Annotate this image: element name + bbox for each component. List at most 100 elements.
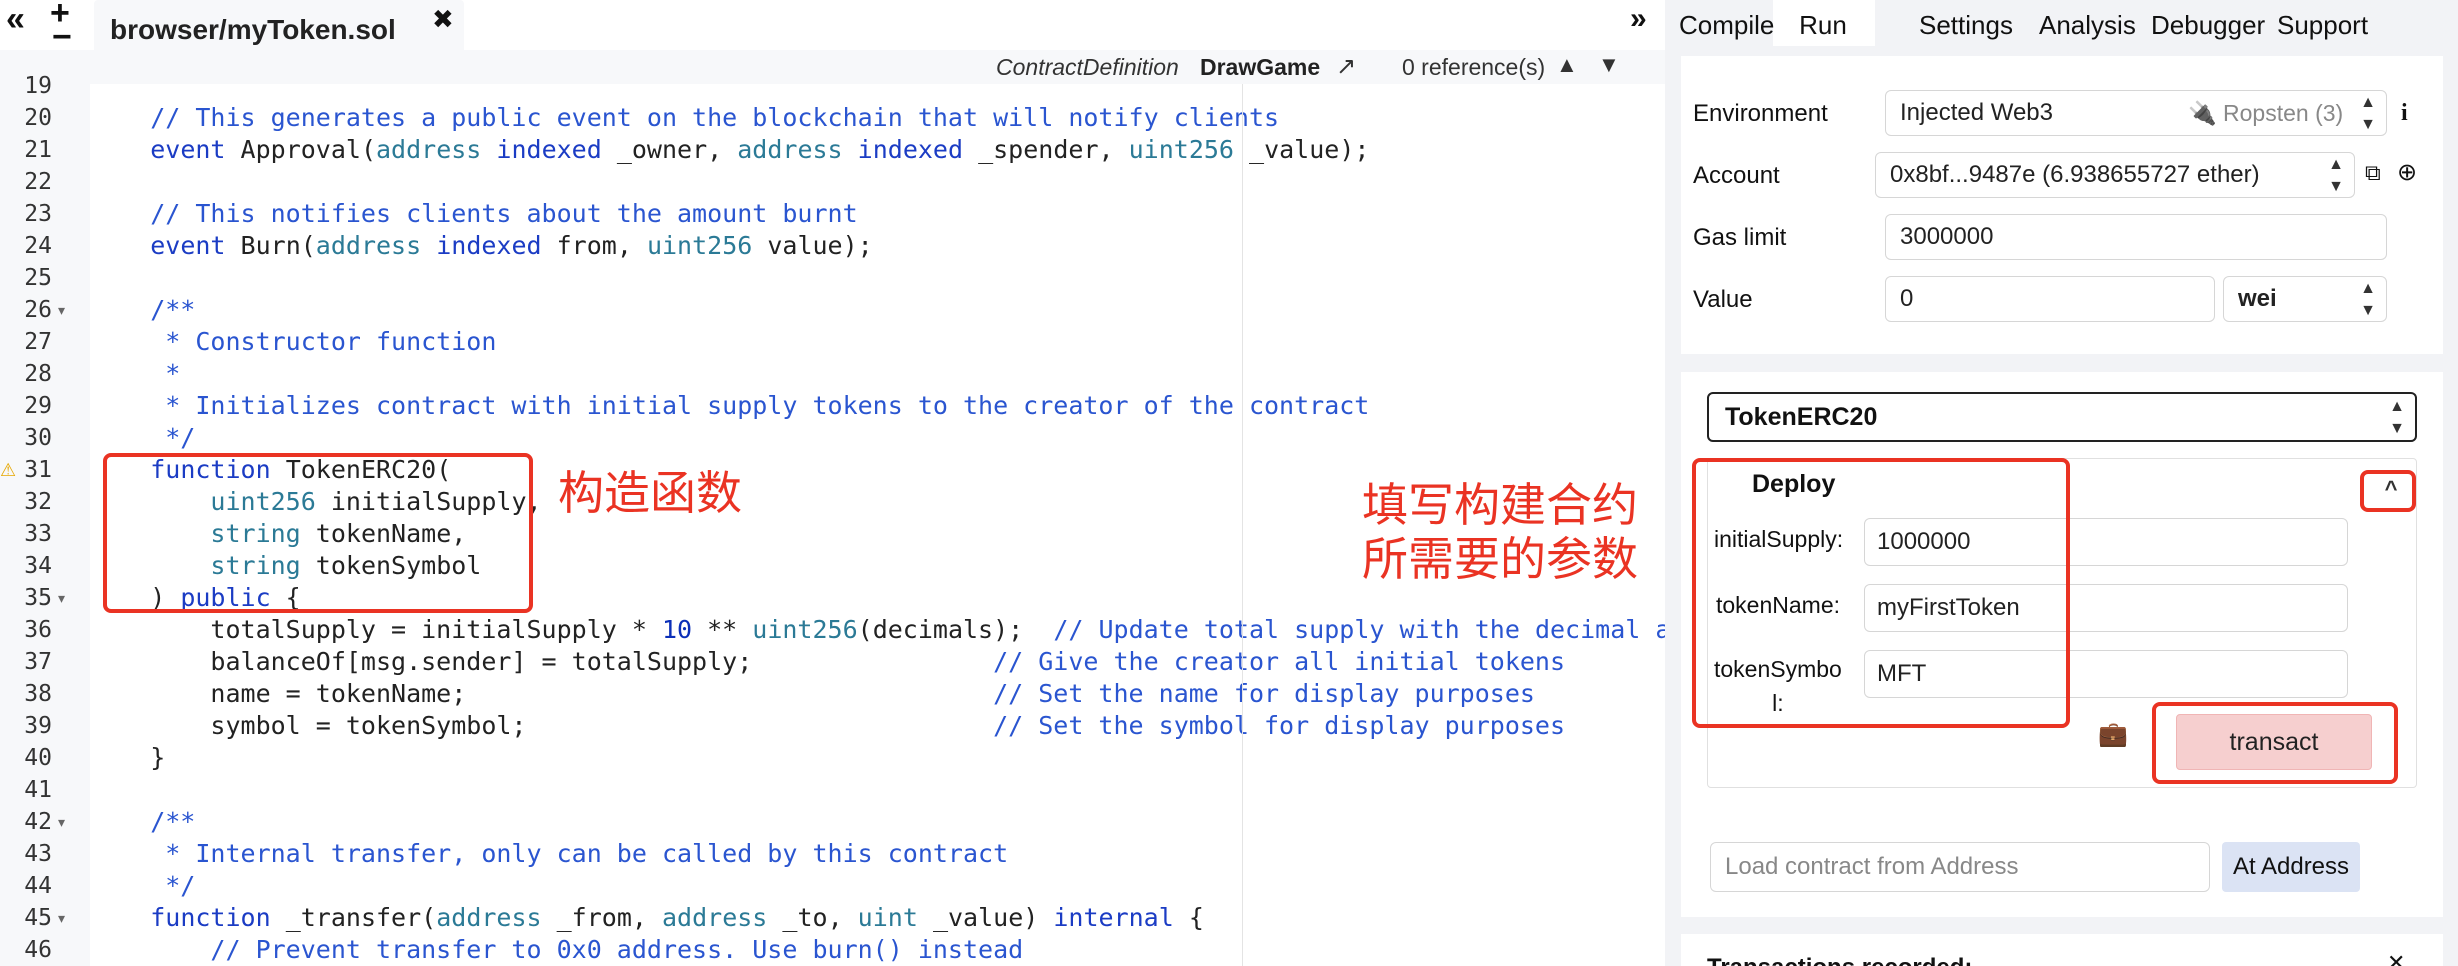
editor-tab-active[interactable]: browser/myToken.sol ✖: [94, 0, 464, 52]
line-number: 30: [24, 425, 52, 451]
info-icon[interactable]: i: [2401, 100, 2408, 127]
environment-value: Injected Web3: [1900, 99, 2053, 126]
transact-highlight-box: [2152, 702, 2398, 784]
context-type: ContractDefinition: [996, 54, 1179, 80]
line-number: 42: [24, 809, 52, 835]
code-line: /**: [90, 807, 196, 836]
code-line: event Approval(address indexed _owner, a…: [150, 135, 1370, 164]
line-number: 34: [24, 553, 52, 579]
select-arrows-icon: ▲ ▼: [2328, 156, 2344, 195]
panel-tabs: Compile Run Settings Analysis Debugger S…: [1665, 0, 2458, 46]
tab-debugger[interactable]: Debugger: [2151, 10, 2265, 41]
gas-limit-label: Gas limit: [1693, 224, 1787, 251]
code-line: * Initializes contract with initial supp…: [90, 391, 1370, 420]
context-bar: ContractDefinition DrawGame ↗ 0 referenc…: [0, 50, 1665, 84]
collapse-left-icon[interactable]: «: [6, 2, 25, 36]
chevron-up-icon[interactable]: ▲: [1556, 52, 1578, 78]
gas-limit-input[interactable]: 3000000: [1885, 214, 2387, 260]
add-account-icon[interactable]: ⊕: [2397, 158, 2417, 187]
line-number: 27: [24, 329, 52, 355]
code-line: // Prevent transfer to 0x0 address. Use …: [90, 935, 1024, 964]
environment-label: Environment: [1693, 100, 1828, 127]
code-line: // This notifies clients about the amoun…: [90, 199, 858, 228]
print-margin: [1242, 84, 1243, 966]
line-number: 22: [24, 169, 52, 195]
line-number: 43: [24, 841, 52, 867]
close-icon[interactable]: ✖: [432, 4, 454, 35]
at-address-button[interactable]: At Address: [2222, 842, 2360, 892]
close-icon[interactable]: ✕: [2387, 950, 2405, 966]
code-line: symbol = tokenSymbol; // Set the symbol …: [90, 711, 1566, 740]
remove-file-button[interactable]: −: [52, 20, 72, 54]
chevron-down-icon[interactable]: ▼: [1598, 52, 1620, 78]
jump-to-definition-icon[interactable]: ↗: [1336, 52, 1356, 81]
warning-icon[interactable]: ⚠: [0, 454, 16, 486]
contract-value: TokenERC20: [1725, 403, 1878, 431]
tab-settings[interactable]: Settings: [1919, 10, 2013, 41]
environment-select[interactable]: Injected Web3 🔌 Ropsten (3) ▲ ▼: [1885, 90, 2387, 136]
tab-run[interactable]: Run: [1799, 10, 1847, 41]
select-arrows-icon: ▲ ▼: [2360, 94, 2376, 133]
line-gutter: 19 20 21 22 23 24 25 26 ▾ 27 28 29 30 31 ⚠ 32 33 34 35 ▾ 36 3…: [0, 73, 90, 966]
tab-compile[interactable]: Compile: [1679, 10, 1774, 41]
select-arrows-icon: ▲ ▼: [2360, 280, 2376, 319]
plug-icon: 🔌: [2188, 100, 2217, 126]
fold-toggle-icon[interactable]: ▾: [58, 294, 65, 326]
line-number: 28: [24, 361, 52, 387]
line-number: 20: [24, 105, 52, 131]
line-number: 32: [24, 489, 52, 515]
constructor-annotation: 构造函数: [558, 466, 742, 520]
line-number: 40: [24, 745, 52, 771]
fold-toggle-icon[interactable]: ▾: [58, 806, 65, 838]
line-number: 36: [24, 617, 52, 643]
line-number: 33: [24, 521, 52, 547]
line-number: 26: [24, 297, 52, 323]
value-input[interactable]: 0: [1885, 276, 2215, 322]
select-arrows-icon: ▲ ▼: [2389, 398, 2405, 437]
code-line: balanceOf[msg.sender] = totalSupply; // …: [90, 647, 1566, 676]
code-line: */: [90, 423, 196, 452]
unit-select[interactable]: wei ▲ ▼: [2223, 276, 2387, 322]
editor-tabbar: « + − browser/myToken.sol ✖ »: [0, 0, 1665, 54]
line-number: 25: [24, 265, 52, 291]
line-number: 46: [24, 937, 52, 963]
constructor-highlight-box: [103, 453, 533, 613]
collapse-right-icon[interactable]: »: [1630, 2, 1647, 36]
contract-select[interactable]: TokenERC20 ▲ ▼: [1707, 392, 2417, 442]
fold-toggle-icon[interactable]: ▾: [58, 582, 65, 614]
code-line: /**: [90, 295, 196, 324]
context-name: DrawGame: [1200, 54, 1321, 80]
line-number: 21: [24, 137, 52, 163]
network-name: Ropsten (3): [2223, 100, 2344, 126]
expand-highlight-box: [2360, 470, 2416, 512]
account-select[interactable]: 0x8bf...9487e (6.938655727 ether) ▲ ▼: [1875, 152, 2355, 198]
value-label: Value: [1693, 286, 1753, 313]
transactions-recorded-label: Transactions recorded:: [1707, 954, 1972, 966]
copy-icon[interactable]: ⧉: [2365, 160, 2381, 186]
code-line: }: [90, 743, 166, 772]
briefcase-icon[interactable]: 💼: [2098, 720, 2128, 749]
tab-support[interactable]: Support: [2277, 10, 2368, 41]
code-line: */: [90, 871, 196, 900]
code-line: * Internal transfer, only can be called …: [90, 839, 1009, 868]
line-number: 35: [24, 585, 52, 611]
environment-card: Environment Injected Web3 🔌 Ropsten (3) …: [1681, 56, 2443, 354]
load-address-input[interactable]: Load contract from Address: [1710, 842, 2210, 892]
line-number: 38: [24, 681, 52, 707]
references-count: 0 reference(s): [1402, 54, 1546, 80]
code-line: * Constructor function: [90, 327, 497, 356]
code-line: function _transfer(address _from, addres…: [150, 903, 1204, 932]
code-line: totalSupply = initialSupply * 10 ** uint…: [90, 615, 1665, 644]
code-line: event Burn(address indexed from, uint256…: [150, 231, 873, 260]
code-line: name = tokenName; // Set the name for di…: [90, 679, 1535, 708]
fold-toggle-icon[interactable]: ▾: [58, 902, 65, 934]
account-label: Account: [1693, 162, 1780, 189]
tab-analysis[interactable]: Analysis: [2039, 10, 2136, 41]
editor-tab-title: browser/myToken.sol: [110, 14, 396, 45]
line-number: 37: [24, 649, 52, 675]
account-value: 0x8bf...9487e (6.938655727 ether): [1890, 161, 2260, 188]
line-number: 44: [24, 873, 52, 899]
line-number: 39: [24, 713, 52, 739]
transactions-card: Transactions recorded: ✕: [1681, 934, 2443, 966]
line-number: 29: [24, 393, 52, 419]
